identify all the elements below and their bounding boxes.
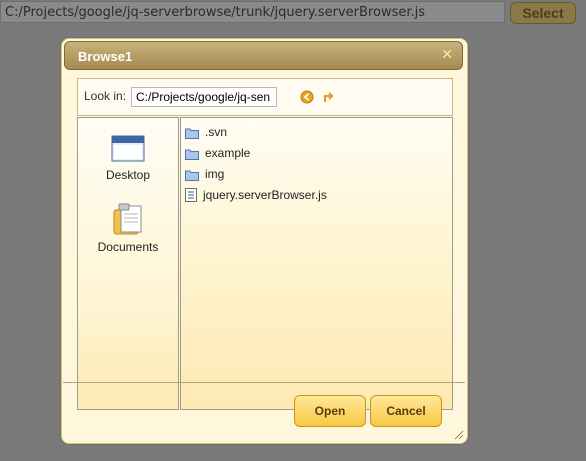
- browse-dialog: Browse1 ✕ Look in: C:/Projects/google/jq…: [61, 38, 468, 444]
- lookin-label: Look in:: [84, 89, 127, 103]
- lookin-bar: Look in: C:/Projects/google/jq-sen: [77, 78, 453, 116]
- file-row-img[interactable]: img: [185, 166, 224, 184]
- path-input[interactable]: C:/Projects/google/jq-serverbrowse/trunk…: [0, 1, 505, 23]
- desktop-icon: [111, 135, 145, 162]
- file-row-jquery-serverbrowser[interactable]: jquery.serverBrowser.js: [185, 187, 327, 205]
- place-desktop[interactable]: Desktop: [78, 134, 178, 182]
- places-pane: Desktop Documents: [77, 117, 179, 410]
- dialog-titlebar[interactable]: Browse1 ✕: [64, 41, 463, 70]
- up-folder-icon[interactable]: [322, 89, 336, 103]
- place-desktop-label: Desktop: [105, 168, 151, 182]
- file-name: img: [205, 167, 225, 181]
- select-button[interactable]: Select: [510, 2, 576, 24]
- footer-divider: [63, 382, 465, 383]
- resize-grip-icon[interactable]: [453, 429, 464, 440]
- back-arrow-icon[interactable]: [300, 89, 314, 104]
- dialog-title: Browse1: [78, 49, 133, 64]
- folder-icon: [185, 149, 199, 160]
- file-name: .svn: [205, 125, 228, 139]
- file-row-example[interactable]: example: [185, 145, 250, 163]
- place-documents[interactable]: Documents: [78, 202, 178, 254]
- file-name: example: [205, 146, 251, 160]
- folder-icon: [185, 128, 199, 139]
- open-button[interactable]: Open: [294, 395, 366, 427]
- file-name: jquery.serverBrowser.js: [203, 188, 327, 202]
- script-file-icon: [185, 188, 197, 202]
- close-icon[interactable]: ✕: [441, 48, 453, 62]
- documents-icon: [113, 203, 142, 235]
- folder-icon: [185, 170, 199, 181]
- file-row-svn[interactable]: .svn: [185, 124, 227, 142]
- cancel-button[interactable]: Cancel: [370, 395, 442, 427]
- lookin-path-input[interactable]: C:/Projects/google/jq-sen: [131, 87, 277, 107]
- place-documents-label: Documents: [97, 240, 159, 254]
- file-list-pane: .svn example img jquery.serverBrowser.js: [180, 117, 453, 410]
